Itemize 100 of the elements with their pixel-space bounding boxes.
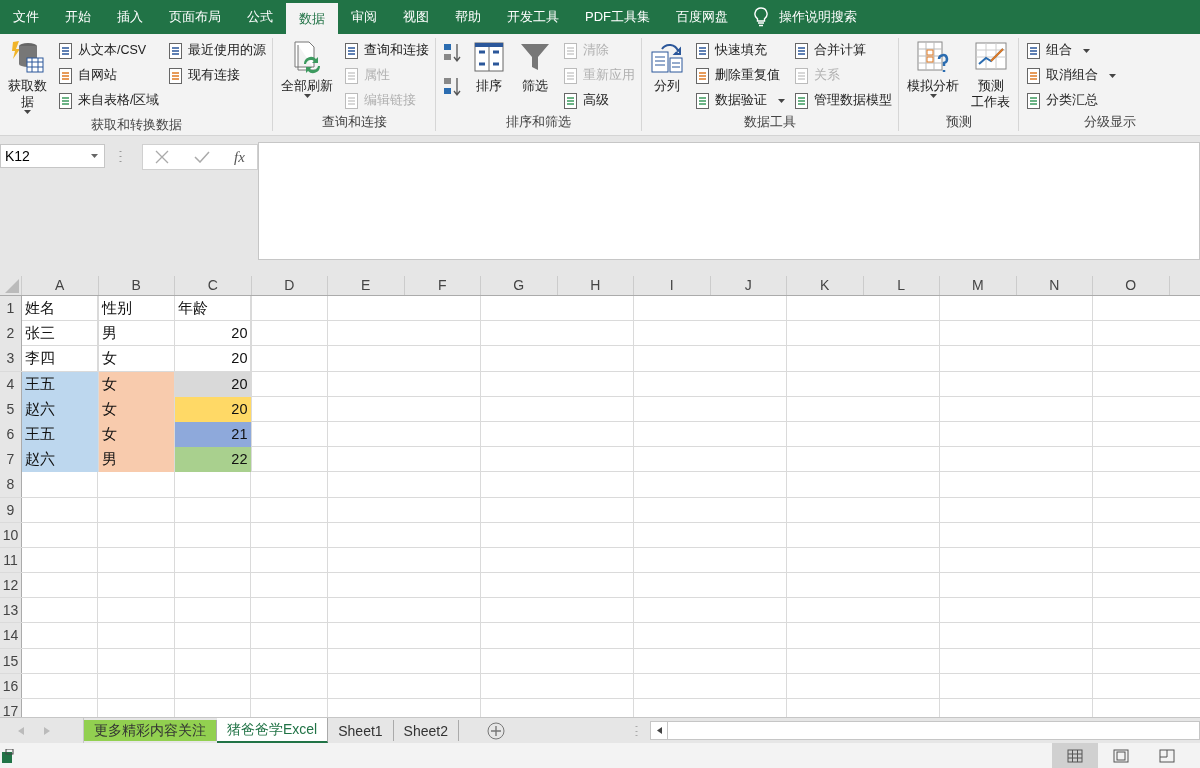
add-sheet-icon[interactable] bbox=[487, 721, 505, 740]
row-header[interactable]: 15 bbox=[0, 648, 22, 673]
menu-tab[interactable]: 数据 bbox=[286, 3, 338, 34]
row-header[interactable]: 8 bbox=[0, 472, 22, 497]
column-header[interactable]: J bbox=[710, 276, 787, 295]
ribbon-button[interactable]: 管理数据模型 bbox=[793, 88, 893, 113]
group-label: 数据工具 bbox=[743, 114, 798, 131]
ribbon-button[interactable]: 来自表格/区域 bbox=[57, 88, 160, 113]
column-header[interactable]: M bbox=[940, 276, 1017, 295]
row-header[interactable]: 6 bbox=[0, 421, 22, 447]
menu-tab[interactable]: PDF工具集 bbox=[572, 0, 663, 34]
table-cell: 王五 bbox=[22, 421, 99, 447]
select-all-icon[interactable] bbox=[5, 279, 19, 293]
column-header[interactable]: B bbox=[98, 276, 175, 295]
formula-input[interactable] bbox=[258, 142, 1200, 260]
close-icon[interactable] bbox=[155, 150, 170, 164]
sheet-tab[interactable]: 猪爸爸学Excel bbox=[217, 718, 329, 743]
column-header[interactable]: K bbox=[787, 276, 864, 295]
sheet-tab[interactable]: Sheet1 bbox=[328, 720, 394, 741]
menu-tab[interactable]: 帮助 bbox=[442, 0, 494, 34]
row-header[interactable]: 14 bbox=[0, 623, 22, 648]
menu-tab[interactable]: 审阅 bbox=[338, 0, 390, 34]
column-header[interactable]: E bbox=[328, 276, 405, 295]
table-cell: 男 bbox=[98, 447, 175, 473]
row-header[interactable]: 1 bbox=[0, 296, 22, 321]
ribbon-button[interactable]: 删除重复值 bbox=[694, 63, 786, 88]
scroll-right-icon[interactable] bbox=[44, 726, 50, 735]
column-header[interactable]: C bbox=[175, 276, 252, 295]
ribbon-button[interactable]: 现有连接 bbox=[167, 63, 267, 88]
row-header[interactable]: 7 bbox=[0, 447, 22, 473]
row-header[interactable]: 2 bbox=[0, 321, 22, 347]
row-header[interactable]: 13 bbox=[0, 598, 22, 623]
ribbon-button[interactable]: 合并计算 bbox=[793, 38, 893, 63]
ribbon-button[interactable]: 数据验证 bbox=[694, 88, 786, 113]
lightbulb-icon bbox=[753, 7, 769, 27]
table-cell: 20 bbox=[175, 371, 252, 397]
ribbon-button[interactable]: 预测 工作表 bbox=[969, 38, 1013, 112]
ribbon-button[interactable]: 查询和连接 bbox=[343, 38, 430, 63]
column-header[interactable]: A bbox=[22, 276, 99, 295]
row-header[interactable]: 12 bbox=[0, 573, 22, 598]
table-cell: 21 bbox=[175, 421, 252, 447]
row-header[interactable]: 10 bbox=[0, 522, 22, 547]
menu-tab[interactable]: 开始 bbox=[52, 0, 104, 34]
table-cell: 年龄 bbox=[175, 296, 252, 321]
check-icon[interactable] bbox=[193, 151, 210, 163]
ribbon-button[interactable]: 最近使用的源 bbox=[167, 38, 267, 63]
table-cell: 赵六 bbox=[22, 447, 99, 473]
row-header[interactable]: 16 bbox=[0, 673, 22, 698]
scroll-left-icon[interactable] bbox=[656, 727, 662, 734]
sort-ascending-button[interactable] bbox=[442, 42, 463, 64]
menu-tab[interactable]: 公式 bbox=[234, 0, 286, 34]
column-header[interactable]: D bbox=[251, 276, 328, 295]
column-header[interactable]: O bbox=[1093, 276, 1170, 295]
table-cell: 张三 bbox=[22, 321, 99, 347]
sheet-tab[interactable]: 更多精彩内容关注 bbox=[84, 720, 217, 741]
ribbon-button[interactable]: 自网站 bbox=[57, 63, 160, 88]
sheet-tab[interactable]: Sheet2 bbox=[393, 720, 459, 741]
row-header[interactable]: 5 bbox=[0, 396, 22, 422]
ribbon-button[interactable]: 分列 bbox=[648, 38, 687, 96]
ribbon-button[interactable]: 分类汇总 bbox=[1025, 88, 1117, 113]
view-button[interactable] bbox=[1052, 743, 1098, 768]
ribbon-button[interactable]: 快速填充 bbox=[694, 38, 786, 63]
sort-descending-button[interactable] bbox=[442, 76, 463, 98]
tell-me-search[interactable]: 操作说明搜索 bbox=[753, 0, 857, 34]
menu-tab[interactable]: 页面布局 bbox=[156, 0, 234, 34]
ribbon-button[interactable]: 获取数 据 bbox=[6, 38, 49, 116]
menu-tab[interactable]: 文件 bbox=[0, 0, 52, 34]
grid-icon bbox=[1067, 748, 1083, 763]
menu-tab[interactable]: 视图 bbox=[390, 0, 442, 34]
column-header[interactable]: F bbox=[404, 276, 481, 295]
row-header[interactable]: 4 bbox=[0, 371, 22, 397]
ribbon-button[interactable]: 排序 bbox=[470, 38, 509, 96]
grid-question-icon bbox=[916, 40, 951, 74]
row-header[interactable]: 11 bbox=[0, 547, 22, 573]
ribbon-button[interactable]: 高级 bbox=[562, 88, 636, 113]
column-header[interactable]: G bbox=[481, 276, 558, 295]
menu-tab[interactable]: 插入 bbox=[104, 0, 156, 34]
group-label: 获取和转换数据 bbox=[89, 117, 183, 134]
column-header[interactable]: N bbox=[1016, 276, 1093, 295]
ribbon-button[interactable]: 组合 bbox=[1025, 38, 1117, 63]
ribbon-button[interactable]: 取消组合 bbox=[1025, 63, 1117, 88]
macro-record-icon[interactable] bbox=[2, 748, 14, 763]
ribbon-button[interactable]: 模拟分析 bbox=[905, 38, 962, 100]
horizontal-scrollbar[interactable] bbox=[650, 721, 1200, 740]
menu-tab[interactable]: 开发工具 bbox=[494, 0, 572, 34]
group-label: 预测 bbox=[945, 114, 973, 131]
table-cell: 姓名 bbox=[22, 296, 99, 321]
table-cell: 赵六 bbox=[22, 396, 99, 422]
name-box[interactable]: K12 bbox=[0, 144, 105, 168]
row-header[interactable]: 3 bbox=[0, 346, 22, 372]
menu-tab[interactable]: 百度网盘 bbox=[663, 0, 741, 34]
column-header[interactable]: H bbox=[557, 276, 634, 295]
insert-function-button[interactable]: fx bbox=[233, 148, 245, 166]
ribbon-button[interactable]: 全部刷新 bbox=[279, 38, 336, 100]
column-header[interactable]: L bbox=[863, 276, 940, 295]
row-header[interactable]: 9 bbox=[0, 497, 22, 522]
ribbon-button[interactable]: 从文本/CSV bbox=[57, 38, 160, 63]
ribbon-button[interactable]: 筛选 bbox=[516, 38, 555, 96]
column-header[interactable]: I bbox=[634, 276, 711, 295]
row-header[interactable]: 17 bbox=[0, 699, 22, 717]
